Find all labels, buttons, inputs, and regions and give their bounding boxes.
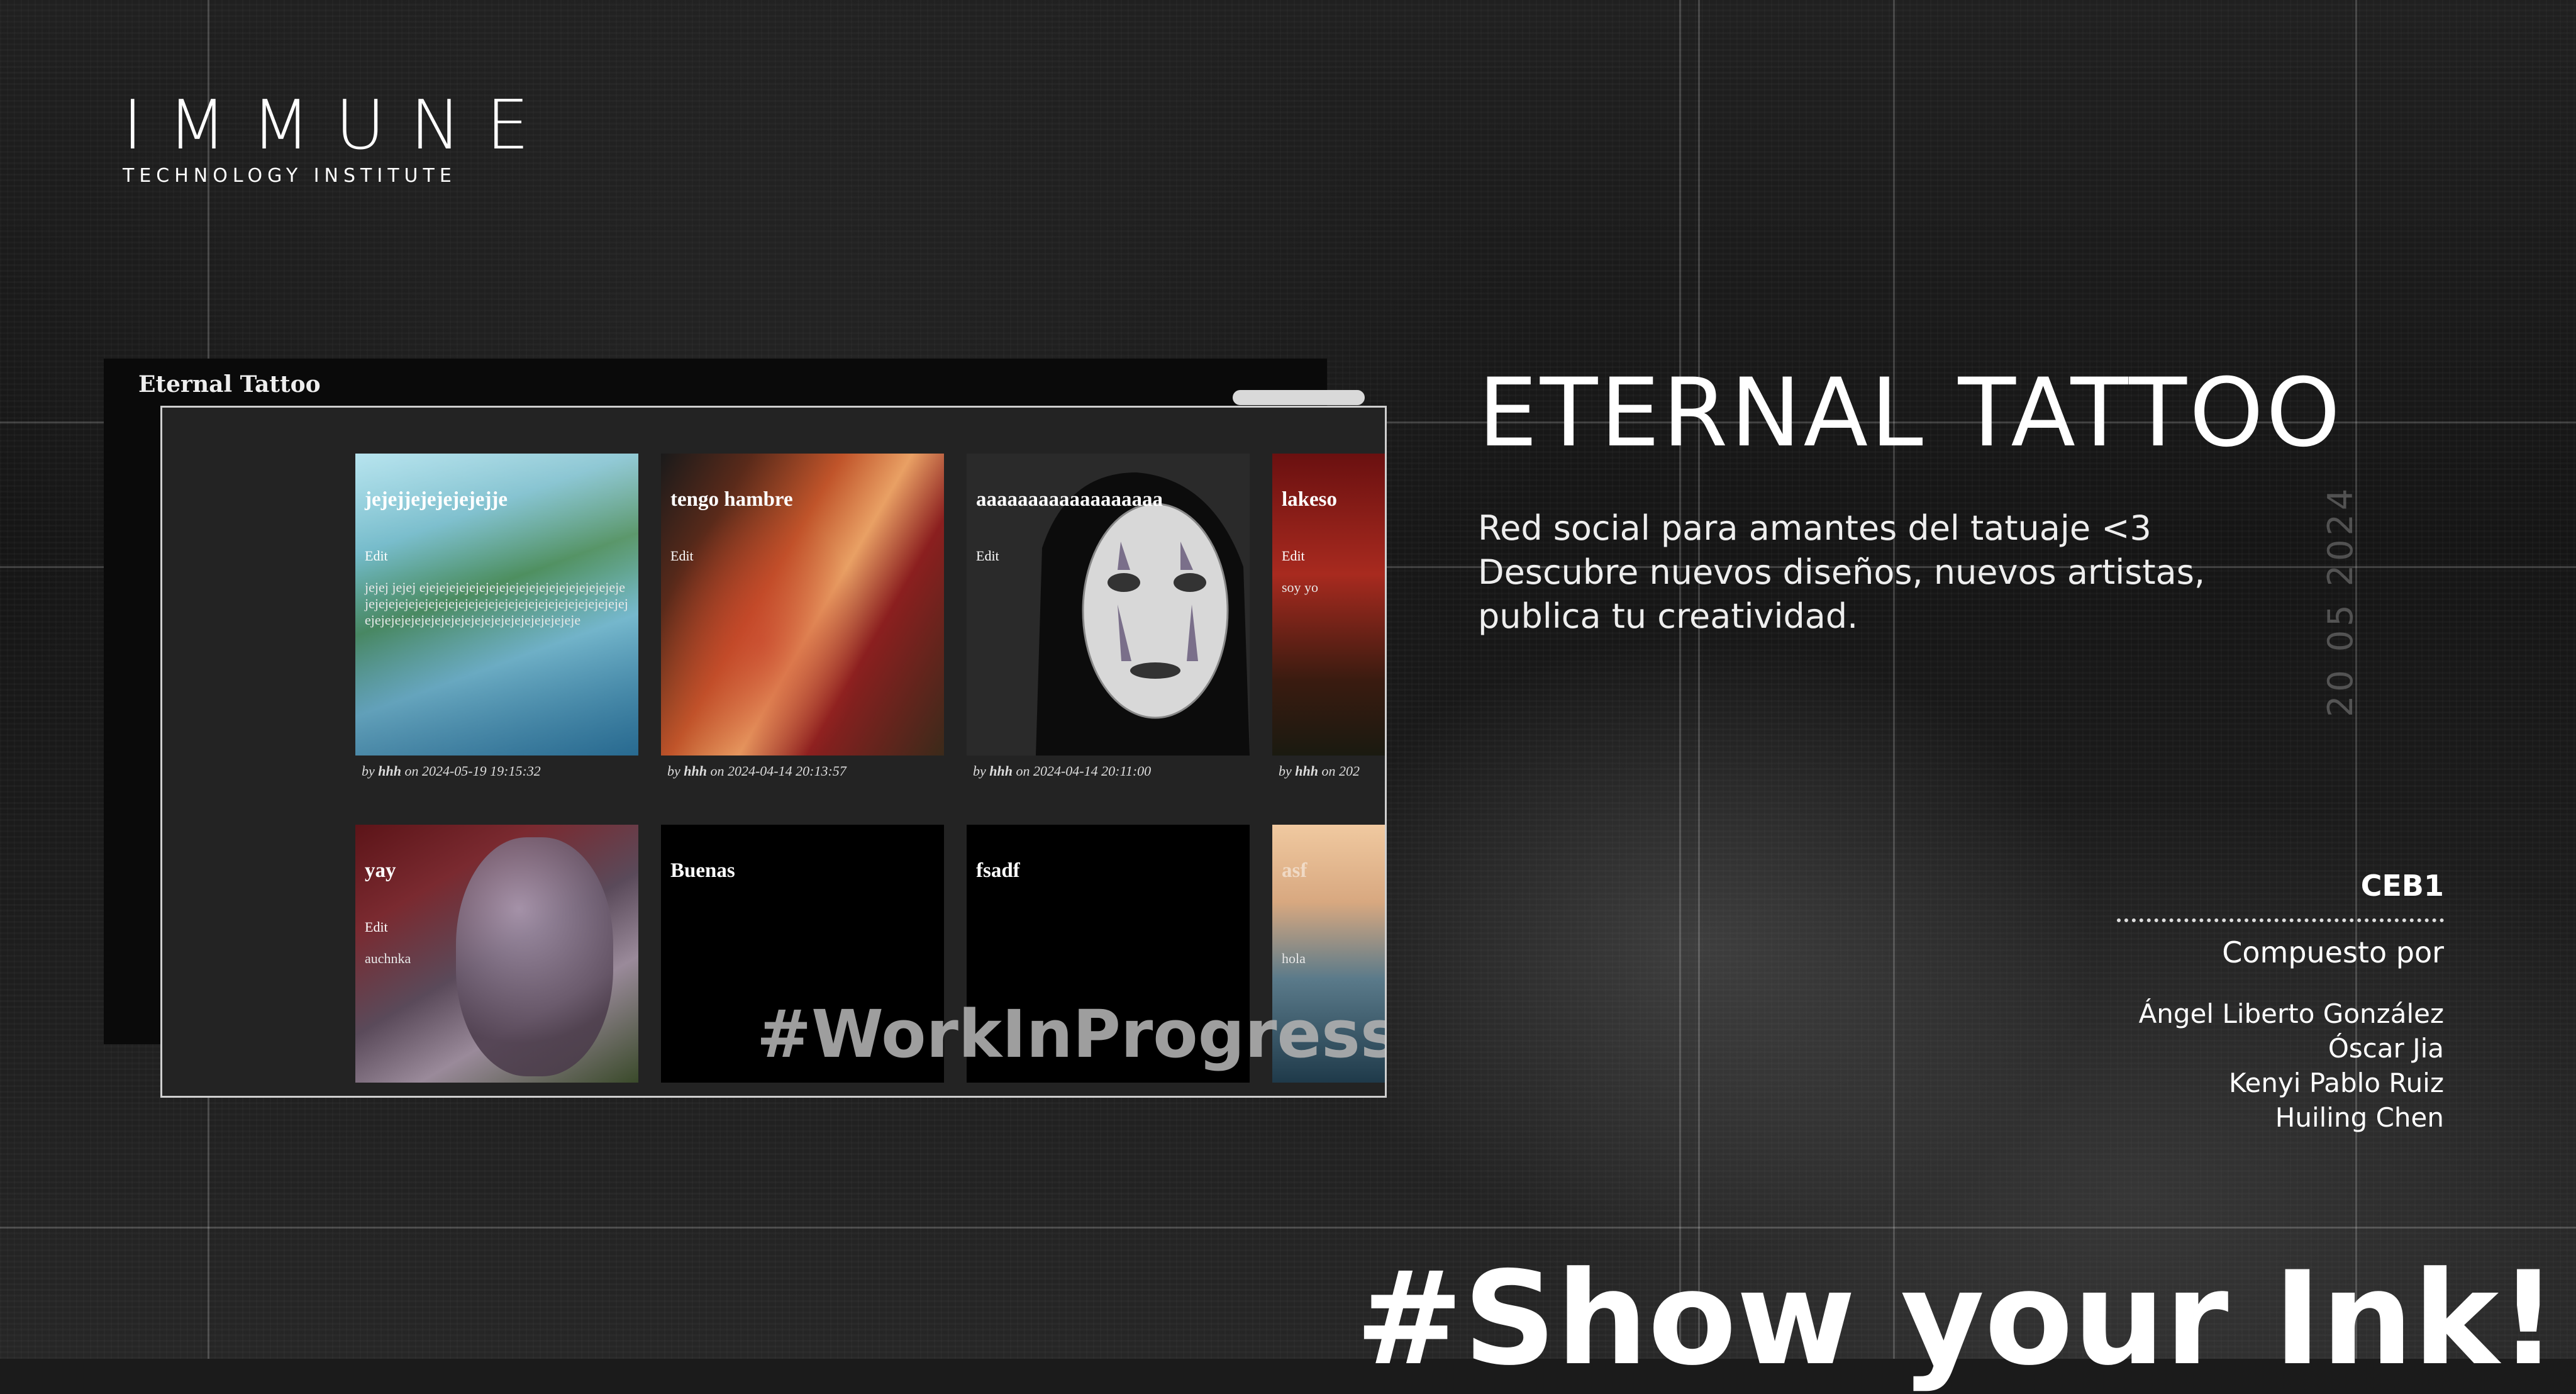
team-block: CEB1 Compuesto por Ángel Liberto Gonzále… (2117, 867, 2444, 1135)
slogan: #Show your Ink! (1355, 1244, 2558, 1394)
edit-link[interactable]: Edit (670, 548, 694, 564)
screenshot-back-title: Eternal Tattoo (138, 371, 321, 398)
post-card[interactable]: tengo hambre Edit (661, 454, 944, 756)
meta-by: by (1279, 763, 1292, 779)
post-date: 202 (1338, 763, 1360, 779)
post-date: 2024-04-14 20:11:00 (1033, 763, 1152, 779)
post-author[interactable]: hhh (1295, 763, 1318, 779)
presentation-date: 20 05 2024 (2321, 484, 2360, 717)
post-title[interactable]: yay (365, 859, 396, 883)
team-member: Huiling Chen (2275, 1102, 2444, 1133)
subtitle-line: Red social para amantes del tatuaje <3 (1478, 508, 2151, 548)
post-card[interactable]: jejejjejejejejejje Edit jejej jejej ejej… (355, 454, 638, 756)
meta-by: by (362, 763, 375, 779)
post-card[interactable]: yay Edit auchnka (355, 825, 638, 1083)
app-screenshot: jejejjejejejejejje Edit jejej jejej ejej… (160, 406, 1387, 1098)
subtitle-line: publica tu creatividad. (1478, 596, 1858, 636)
work-in-progress-overlay: #WorkInProgress (757, 996, 1387, 1073)
post-title[interactable]: fsadf (976, 859, 1020, 883)
edit-link[interactable]: Edit (976, 548, 999, 564)
post-meta: by hhh on 202 (1279, 763, 1360, 779)
team-member: Óscar Jia (2328, 1033, 2444, 1064)
post-description: soy yo (1282, 579, 1319, 595)
team-member: Ángel Liberto González (2138, 998, 2444, 1029)
post-title[interactable]: asf (1282, 859, 1307, 883)
post-description: hola (1282, 951, 1306, 966)
team-member: Kenyi Pablo Ruiz (2229, 1068, 2444, 1098)
post-title[interactable]: lakeso (1282, 488, 1337, 511)
post-card[interactable]: aaaaaaaaaaaaaaaaaa Edit (967, 454, 1250, 756)
grid-line (1698, 0, 1700, 1359)
grid-line (0, 1227, 2576, 1229)
edit-link[interactable]: Edit (365, 548, 388, 564)
meta-by: by (667, 763, 680, 779)
project-subtitle: Red social para amantes del tatuaje <3 D… (1478, 506, 2205, 638)
screenshot-back-search (1233, 390, 1365, 405)
team-code: CEB1 (2360, 869, 2444, 903)
meta-by: by (973, 763, 986, 779)
immune-logo: IMMUNE TECHNOLOGY INSTITUTE (123, 92, 554, 187)
grid-line (1893, 0, 1895, 1359)
post-title[interactable]: tengo hambre (670, 488, 793, 511)
subtitle-line: Descubre nuevos diseños, nuevos artistas… (1478, 552, 2205, 592)
post-author[interactable]: hhh (989, 763, 1013, 779)
post-card[interactable]: lakeso Edit soy yo (1272, 454, 1385, 756)
post-date: 2024-04-14 20:13:57 (727, 763, 847, 779)
post-meta: by hhh on 2024-04-14 20:11:00 (973, 763, 1151, 779)
post-description: auchnka (365, 951, 411, 966)
dotted-divider (2117, 918, 2444, 922)
project-title: ETERNAL TATTOO (1478, 359, 2343, 468)
post-title[interactable]: jejejjejejejejejje (365, 488, 508, 511)
post-meta: by hhh on 2024-04-14 20:13:57 (667, 763, 847, 779)
meta-on: on (404, 763, 419, 779)
logo-sub-text: TECHNOLOGY INSTITUTE (123, 165, 457, 187)
post-meta: by hhh on 2024-05-19 19:15:32 (362, 763, 541, 779)
edit-link[interactable]: Edit (1282, 548, 1305, 564)
meta-on: on (710, 763, 724, 779)
edit-link[interactable]: Edit (365, 919, 388, 935)
meta-on: on (1321, 763, 1336, 779)
meta-on: on (1016, 763, 1030, 779)
post-title[interactable]: Buenas (670, 859, 735, 883)
post-date: 2024-05-19 19:15:32 (421, 763, 541, 779)
post-author[interactable]: hhh (684, 763, 707, 779)
grid-line (1679, 0, 1681, 1359)
team-by-label: Compuesto por (2222, 935, 2444, 969)
post-title[interactable]: aaaaaaaaaaaaaaaaaa (976, 488, 1163, 511)
post-author[interactable]: hhh (378, 763, 401, 779)
post-description: jejej jejej ejejejejejejejejejejejejejej… (365, 579, 628, 628)
team-members: Ángel Liberto González Óscar Jia Kenyi P… (2117, 996, 2444, 1135)
logo-main-text: IMMUNE (123, 86, 555, 165)
